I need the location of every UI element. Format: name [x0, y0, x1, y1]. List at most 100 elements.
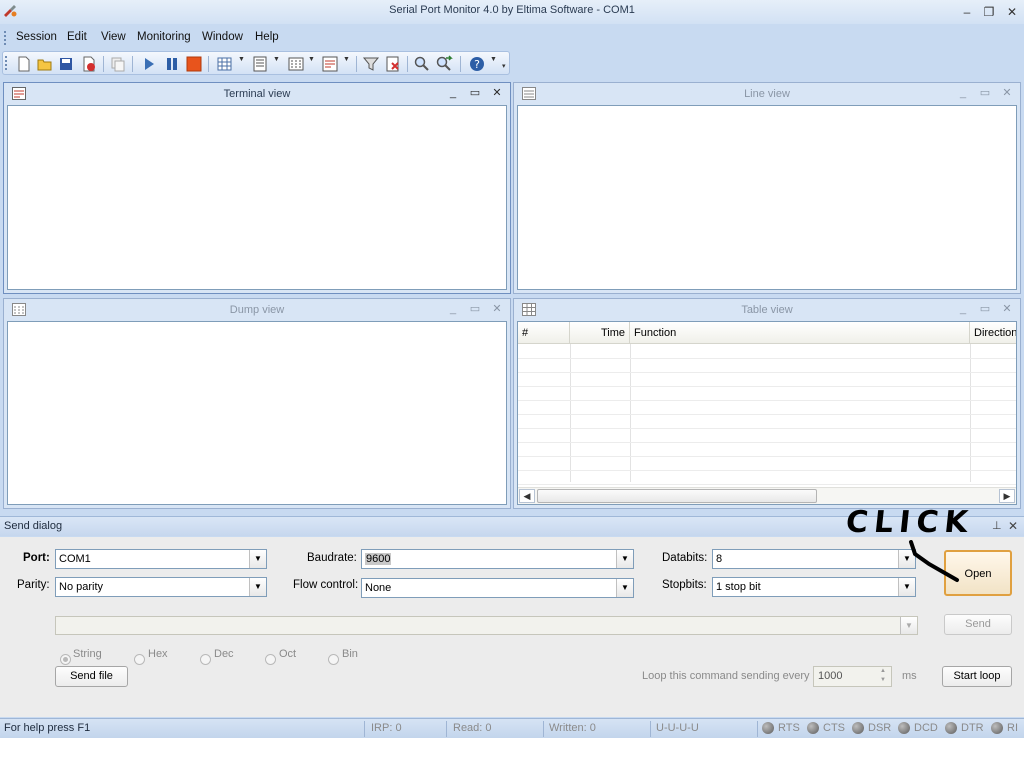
panel-minimize-button[interactable]: _ [955, 302, 971, 316]
table-row[interactable] [518, 429, 1016, 443]
table-row[interactable] [518, 387, 1016, 401]
radio-dec[interactable] [200, 654, 211, 665]
radio-hex-label: Hex [148, 648, 168, 660]
line-view-content[interactable] [517, 105, 1017, 290]
chevron-down-icon[interactable]: ▼ [616, 550, 633, 568]
chevron-down-icon[interactable]: ▼ [249, 578, 266, 596]
panel-maximize-button[interactable]: ▭ [977, 86, 993, 100]
radio-oct-label: Oct [279, 648, 297, 660]
status-separator [757, 721, 758, 737]
restore-button[interactable]: ❐ [979, 3, 999, 21]
help-dropdown-icon[interactable]: ▼ [490, 56, 497, 63]
send-dialog-close-icon[interactable]: ✕ [1008, 519, 1018, 533]
start-loop-button[interactable]: Start loop [942, 666, 1012, 687]
menu-view[interactable]: View [101, 31, 126, 43]
search-icon[interactable] [413, 55, 431, 73]
panel-maximize-button[interactable]: ▭ [467, 86, 483, 100]
view-list-icon[interactable] [251, 55, 269, 73]
panel-close-button[interactable]: ✕ [489, 86, 505, 100]
menu-monitoring[interactable]: Monitoring [137, 31, 191, 43]
filter-icon[interactable] [362, 55, 380, 73]
loop-interval-stepper[interactable]: 1000 ▲ ▼ [813, 666, 892, 687]
panel-maximize-button[interactable]: ▭ [977, 302, 993, 316]
toolbar-options-icon[interactable]: ▾ [502, 62, 506, 70]
help-icon[interactable]: ? [468, 55, 486, 73]
command-input[interactable]: ▼ [55, 616, 918, 635]
menu-window[interactable]: Window [202, 31, 243, 43]
radio-hex[interactable] [134, 654, 145, 665]
column-header-function[interactable]: Function [630, 322, 970, 344]
panel-minimize-button[interactable]: _ [445, 302, 461, 316]
status-bar: For help press F1 IRP: 0 Read: 0 Written… [0, 718, 1024, 738]
terminal-icon[interactable] [321, 55, 339, 73]
panel-close-button[interactable]: ✕ [999, 86, 1015, 100]
start-icon[interactable] [140, 55, 158, 73]
dump-view-content[interactable] [7, 321, 507, 505]
save-icon[interactable] [57, 55, 75, 73]
toolbar-separator [407, 56, 408, 72]
copy-icon[interactable] [109, 55, 127, 73]
menu-session[interactable]: Session [16, 31, 57, 43]
panel-title: Dump view [229, 304, 285, 316]
new-session-icon[interactable] [15, 55, 33, 73]
chevron-down-icon[interactable]: ▼ [249, 550, 266, 568]
panel-maximize-button[interactable]: ▭ [467, 302, 483, 316]
grid-dropdown-icon[interactable]: ▼ [238, 56, 245, 63]
open-icon[interactable] [36, 55, 54, 73]
table-row[interactable] [518, 443, 1016, 457]
flow-control-select[interactable]: None ▼ [361, 578, 634, 598]
parity-select[interactable]: No parity ▼ [55, 577, 267, 597]
close-session-icon[interactable] [80, 55, 98, 73]
table-row[interactable] [518, 359, 1016, 373]
column-header-direction[interactable]: Direction [970, 322, 1016, 344]
scroll-right-button[interactable]: ▶ [999, 489, 1015, 503]
chevron-down-icon[interactable]: ▼ [616, 579, 633, 597]
table-row[interactable] [518, 457, 1016, 471]
stepper-up-icon[interactable]: ▲ [876, 668, 890, 676]
minimize-button[interactable]: – [957, 3, 977, 21]
table-row[interactable] [518, 401, 1016, 415]
view-dropdown-icon[interactable]: ▼ [273, 56, 280, 63]
grid-icon[interactable] [216, 55, 234, 73]
radio-oct[interactable] [265, 654, 276, 665]
baudrate-select[interactable]: 9600 ▼ [361, 549, 634, 569]
pause-icon[interactable] [163, 55, 181, 73]
dump-dropdown-icon[interactable]: ▼ [308, 56, 315, 63]
terminal-dropdown-icon[interactable]: ▼ [343, 56, 350, 63]
stepper-down-icon[interactable]: ▼ [876, 677, 890, 685]
close-button[interactable]: ✕ [1002, 3, 1022, 21]
chevron-down-icon[interactable]: ▼ [900, 617, 917, 634]
status-ri: RI [1007, 722, 1018, 734]
table-row[interactable] [518, 415, 1016, 429]
panel-close-button[interactable]: ✕ [999, 302, 1015, 316]
port-select[interactable]: COM1 ▼ [55, 549, 267, 569]
dump-icon[interactable] [287, 55, 305, 73]
radio-string[interactable] [60, 654, 71, 665]
pin-icon[interactable]: ⊥ [992, 519, 1002, 532]
column-header-time[interactable]: Time [570, 322, 630, 344]
panel-minimize-button[interactable]: _ [955, 86, 971, 100]
panel-close-button[interactable]: ✕ [489, 302, 505, 316]
table-row[interactable] [518, 373, 1016, 387]
toolbar-grip[interactable] [5, 56, 8, 70]
cts-led-icon [807, 722, 819, 734]
scroll-left-button[interactable]: ◀ [519, 489, 535, 503]
table-row[interactable] [518, 471, 1016, 485]
databits-select[interactable]: 8 ▼ [712, 549, 916, 569]
stop-icon[interactable] [185, 55, 203, 73]
clear-icon[interactable] [384, 55, 402, 73]
find-next-icon[interactable] [435, 55, 453, 73]
stopbits-select[interactable]: 1 stop bit ▼ [712, 577, 916, 597]
panel-minimize-button[interactable]: _ [445, 86, 461, 100]
radio-bin[interactable] [328, 654, 339, 665]
menu-help[interactable]: Help [255, 31, 279, 43]
column-header-number[interactable]: # [518, 322, 570, 344]
menu-grip[interactable] [4, 31, 7, 45]
terminal-view-content[interactable] [7, 105, 507, 290]
menu-edit[interactable]: Edit [67, 31, 87, 43]
scroll-thumb[interactable] [537, 489, 817, 503]
send-button[interactable]: Send [944, 614, 1012, 635]
horizontal-scrollbar[interactable]: ◀ ▶ [518, 487, 1016, 504]
send-file-button[interactable]: Send file [55, 666, 128, 687]
table-row[interactable] [518, 345, 1016, 359]
